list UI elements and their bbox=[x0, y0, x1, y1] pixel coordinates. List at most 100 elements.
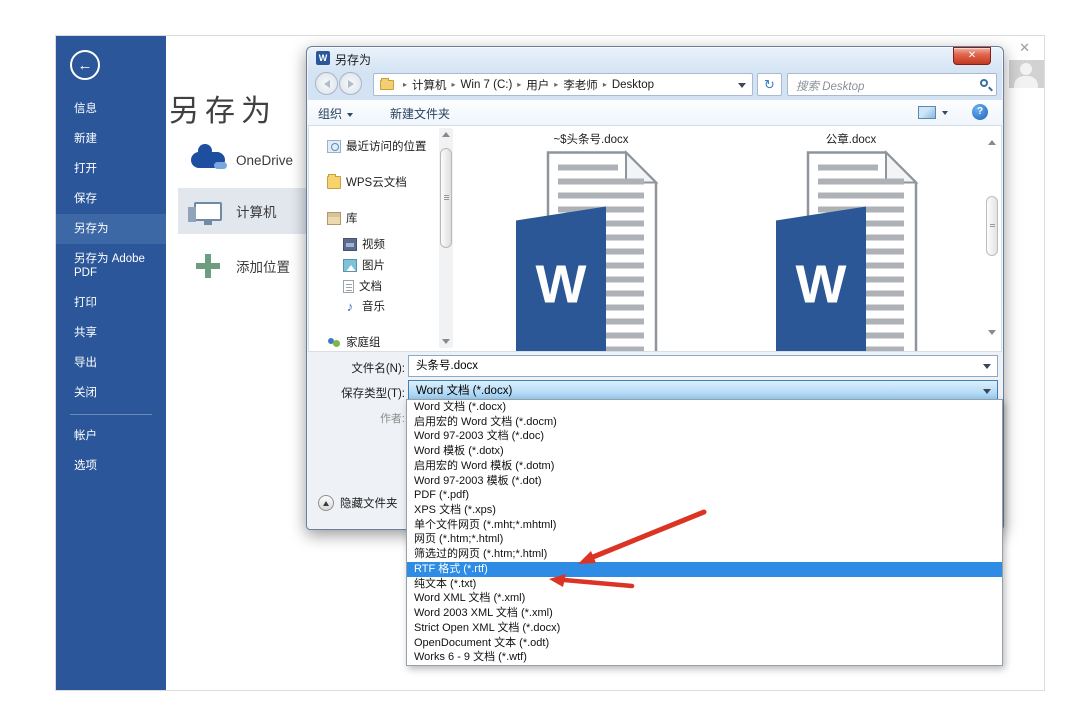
nav-item-music[interactable]: ♪ 音乐 bbox=[309, 298, 439, 314]
back-icon bbox=[323, 79, 330, 88]
navigation-pane: 最近访问的位置 WPS云文档 库 视频 图片 文档 ♪ 音乐 家庭组 bbox=[309, 126, 439, 351]
sidebar-item-save-as-adobe-pdf[interactable]: 另存为 Adobe PDF bbox=[56, 244, 166, 288]
filetype-option-txt[interactable]: 纯文本 (*.txt) bbox=[407, 577, 1002, 592]
crumb-separator-icon: ▸ bbox=[554, 80, 559, 89]
forward-button[interactable] bbox=[339, 72, 362, 95]
filetype-option[interactable]: Word 97-2003 文档 (*.doc) bbox=[407, 429, 1002, 444]
author-label: 作者: bbox=[379, 413, 405, 425]
hide-folders-button[interactable]: 隐藏文件夹 bbox=[318, 495, 398, 511]
filetype-option[interactable]: OpenDocument 文本 (*.odt) bbox=[407, 636, 1002, 651]
filetype-option[interactable]: Word 97-2003 模板 (*.dot) bbox=[407, 474, 1002, 489]
filetype-option[interactable]: Word 模板 (*.dotx) bbox=[407, 444, 1002, 459]
filetype-option[interactable]: Word 文档 (*.docx) bbox=[407, 400, 1002, 415]
user-avatar[interactable] bbox=[1009, 60, 1044, 88]
word-document-icon: W bbox=[776, 150, 919, 351]
sidebar-item-export[interactable]: 导出 bbox=[56, 348, 166, 378]
nav-scrollbar[interactable] bbox=[439, 128, 453, 348]
filename-input[interactable]: 头条号.docx bbox=[408, 355, 998, 377]
breadcrumb-item-user[interactable]: 李老师 bbox=[563, 77, 598, 93]
scroll-down-icon[interactable] bbox=[442, 339, 450, 344]
word-logo-letter: W bbox=[536, 255, 587, 315]
filetype-option[interactable]: 启用宏的 Word 文档 (*.docm) bbox=[407, 415, 1002, 430]
change-view-button[interactable] bbox=[918, 105, 948, 121]
filename-value: 头条号.docx bbox=[416, 360, 478, 372]
breadcrumb-item-computer[interactable]: 计算机 bbox=[412, 77, 447, 93]
back-button[interactable] bbox=[315, 72, 338, 95]
breadcrumb-dropdown-icon[interactable] bbox=[738, 83, 746, 88]
filetype-option[interactable]: 单个文件网页 (*.mht;*.mhtml) bbox=[407, 518, 1002, 533]
filetype-option[interactable]: Word XML 文档 (*.xml) bbox=[407, 591, 1002, 606]
new-folder-button[interactable]: 新建文件夹 bbox=[390, 105, 450, 122]
filetype-option[interactable]: 筛选过的网页 (*.htm;*.html) bbox=[407, 547, 1002, 562]
nav-item-videos[interactable]: 视频 bbox=[309, 236, 439, 252]
search-icon bbox=[980, 79, 988, 87]
filetype-option[interactable]: 启用宏的 Word 模板 (*.dotm) bbox=[407, 459, 1002, 474]
filetype-option[interactable]: 网页 (*.htm;*.html) bbox=[407, 532, 1002, 547]
chevron-down-icon[interactable] bbox=[983, 389, 991, 394]
file-list-scrollbar-thumb[interactable] bbox=[986, 196, 998, 256]
sidebar-item-save[interactable]: 保存 bbox=[56, 184, 166, 214]
nav-scrollbar-thumb[interactable] bbox=[440, 148, 452, 248]
savetype-label: 保存类型(T): bbox=[341, 388, 405, 400]
refresh-button[interactable]: ↻ bbox=[757, 73, 782, 96]
scroll-up-icon[interactable] bbox=[988, 140, 996, 145]
dialog-titlebar[interactable]: W 另存为 ✕ bbox=[307, 47, 1003, 69]
documents-icon bbox=[343, 279, 354, 293]
filetype-option[interactable]: XPS 文档 (*.xps) bbox=[407, 503, 1002, 518]
filetype-option[interactable]: PDF (*.pdf) bbox=[407, 488, 1002, 503]
sidebar-item-account[interactable]: 帐户 bbox=[56, 421, 166, 451]
nav-item-wps-cloud[interactable]: WPS云文档 bbox=[309, 173, 439, 190]
breadcrumb-item-drive[interactable]: Win 7 (C:) bbox=[461, 79, 513, 91]
nav-item-homegroup[interactable]: 家庭组 bbox=[309, 334, 439, 350]
dialog-close-button[interactable]: ✕ bbox=[953, 47, 991, 65]
sidebar-item-share[interactable]: 共享 bbox=[56, 318, 166, 348]
sidebar-item-info[interactable]: 信息 bbox=[56, 94, 166, 124]
breadcrumb-item-users[interactable]: 用户 bbox=[526, 77, 549, 93]
backstage-back-button[interactable]: ← bbox=[70, 50, 100, 80]
organize-button[interactable]: 组织 bbox=[318, 105, 354, 122]
recent-places-icon bbox=[327, 139, 341, 153]
nav-item-libraries[interactable]: 库 bbox=[309, 210, 439, 226]
search-input[interactable]: 搜索 Desktop bbox=[787, 73, 997, 96]
breadcrumb-item-desktop[interactable]: Desktop bbox=[612, 79, 654, 91]
dialog-toolbar: 组织 新建文件夹 ? bbox=[308, 100, 1002, 126]
libraries-icon bbox=[327, 211, 341, 225]
filetype-option[interactable]: Word 2003 XML 文档 (*.xml) bbox=[407, 606, 1002, 621]
avatar-head bbox=[1020, 63, 1032, 75]
homegroup-icon bbox=[327, 336, 341, 349]
sidebar-item-options[interactable]: 选项 bbox=[56, 451, 166, 481]
crumb-separator-icon: ▸ bbox=[451, 80, 456, 89]
videos-icon bbox=[343, 237, 357, 251]
nav-item-documents[interactable]: 文档 bbox=[309, 278, 439, 294]
dialog-title: 另存为 bbox=[335, 53, 372, 67]
sidebar-item-new[interactable]: 新建 bbox=[56, 124, 166, 154]
scroll-down-icon[interactable] bbox=[988, 330, 996, 335]
chevron-down-icon[interactable] bbox=[983, 364, 991, 369]
filename-row: 文件名(N): 头条号.docx bbox=[308, 355, 998, 377]
file-list-scrollbar[interactable] bbox=[985, 126, 999, 351]
sidebar-item-print[interactable]: 打印 bbox=[56, 288, 166, 318]
sidebar-item-save-as[interactable]: 另存为 bbox=[56, 214, 166, 244]
nav-item-pictures[interactable]: 图片 bbox=[309, 257, 439, 273]
window-close-icon[interactable]: ✕ bbox=[1019, 40, 1030, 56]
crumb-separator-icon: ▸ bbox=[517, 80, 522, 89]
chevron-down-icon bbox=[347, 112, 354, 117]
sidebar-item-close[interactable]: 关闭 bbox=[56, 378, 166, 408]
filetype-option[interactable]: Strict Open XML 文档 (*.docx) bbox=[407, 621, 1002, 636]
filename-label: 文件名(N): bbox=[351, 363, 405, 375]
scroll-up-icon[interactable] bbox=[442, 132, 450, 137]
file-name-label[interactable]: 公章.docx bbox=[776, 131, 926, 147]
nav-item-recent-places[interactable]: 最近访问的位置 bbox=[309, 138, 439, 154]
folder-icon bbox=[380, 77, 394, 90]
file-name-label[interactable]: ~$头条号.docx bbox=[516, 131, 666, 147]
sidebar-item-open[interactable]: 打开 bbox=[56, 154, 166, 184]
dialog-content: 最近访问的位置 WPS云文档 库 视频 图片 文档 ♪ 音乐 家庭组 ~$头条号.… bbox=[309, 126, 1001, 351]
place-computer-label: 计算机 bbox=[236, 205, 277, 220]
help-button[interactable]: ? bbox=[972, 104, 988, 120]
crumb-separator-icon: ▸ bbox=[403, 80, 408, 89]
savetype-value: Word 文档 (*.docx) bbox=[416, 385, 513, 397]
breadcrumb[interactable]: ▸ 计算机 ▸ Win 7 (C:) ▸ 用户 ▸ 李老师 ▸ Desktop bbox=[373, 73, 753, 96]
filetype-option-rtf-selected[interactable]: RTF 格式 (*.rtf) bbox=[407, 561, 1002, 577]
back-arrow-icon: ← bbox=[77, 56, 93, 74]
filetype-option[interactable]: Works 6 - 9 文档 (*.wtf) bbox=[407, 650, 1002, 665]
